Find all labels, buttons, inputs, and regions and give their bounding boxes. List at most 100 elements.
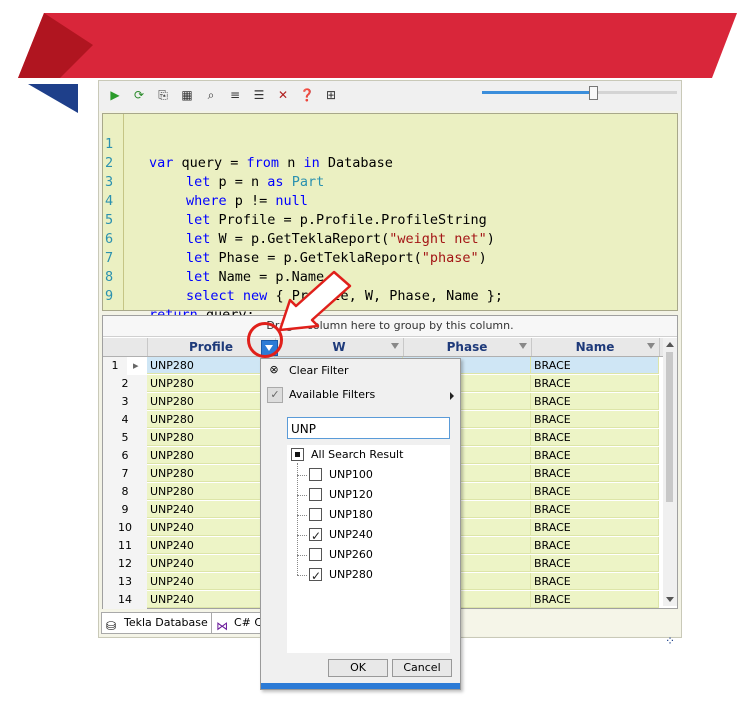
list-check-icon[interactable]: ☰ <box>251 87 267 103</box>
table-cell[interactable]: UNP240 <box>147 501 275 518</box>
table-cell[interactable]: BRACE <box>531 447 659 464</box>
table-cell[interactable]: BRACE <box>531 465 659 482</box>
table-cell[interactable]: UNP280 <box>147 357 275 374</box>
filter-search-input[interactable]: UNP <box>287 417 450 439</box>
zoom-slider[interactable] <box>482 86 677 100</box>
row-number: 14 <box>103 591 147 609</box>
tab-tekla-database[interactable]: ⛁ Tekla Database <box>101 612 215 634</box>
table-cell[interactable]: BRACE <box>531 411 659 428</box>
resize-grip-icon[interactable]: ⁘ <box>665 634 675 648</box>
filter-option-checkbox[interactable] <box>309 488 322 501</box>
grid-icon[interactable]: ⊞ <box>323 87 339 103</box>
find-icon[interactable]: ⌕ <box>203 87 219 103</box>
group-panel[interactable]: Drag a column here to group by this colu… <box>103 316 677 337</box>
menu-label: Available Filters <box>289 388 376 401</box>
table-cell[interactable]: BRACE <box>531 357 659 374</box>
callout-arrow <box>278 270 352 332</box>
filter-option-checkbox[interactable] <box>309 548 322 561</box>
row-number: 4 <box>103 411 147 429</box>
table-cell[interactable]: UNP280 <box>147 411 275 428</box>
table-cell[interactable]: UNP240 <box>147 591 275 608</box>
copy-icon[interactable]: ⎘ <box>155 87 171 103</box>
tree-line <box>297 463 298 575</box>
table-cell[interactable]: BRACE <box>531 375 659 392</box>
refresh-icon[interactable]: ⟳ <box>131 87 147 103</box>
menu-label: Clear Filter <box>289 364 349 377</box>
code-line: 5 let W = p.GetTeklaReport("weight net") <box>105 212 495 247</box>
row-number: 11 <box>103 537 147 555</box>
grid-header: Profile W Phase Name <box>103 338 663 357</box>
vertical-scrollbar[interactable] <box>663 338 677 606</box>
clear-icon[interactable]: ✕ <box>275 87 291 103</box>
scroll-down-icon[interactable] <box>666 597 674 602</box>
select-all-checkbox[interactable] <box>291 448 304 461</box>
table-cell[interactable]: BRACE <box>531 555 659 572</box>
ok-button[interactable]: OK <box>328 659 388 677</box>
filter-icon[interactable] <box>391 343 399 349</box>
filter-icon[interactable] <box>519 343 527 349</box>
filter-popup: ⊗ Clear Filter ✓ Available Filters UNP A… <box>260 358 461 690</box>
filter-option-checkbox[interactable] <box>309 508 322 521</box>
table-cell[interactable]: UNP240 <box>147 537 275 554</box>
run-icon[interactable]: ▶ <box>107 87 123 103</box>
select-all-label: All Search Result <box>311 448 404 461</box>
filter-option-checkbox[interactable] <box>309 566 322 586</box>
table-cell[interactable]: UNP280 <box>147 393 275 410</box>
table-cell[interactable]: BRACE <box>531 573 659 590</box>
filter-option-label: UNP260 <box>329 548 373 561</box>
table-cell[interactable]: UNP240 <box>147 519 275 536</box>
visual-studio-icon: ⋈ <box>216 619 228 633</box>
filter-option-label: UNP280 <box>329 568 373 581</box>
table-cell[interactable]: UNP280 <box>147 483 275 500</box>
filter-icon[interactable] <box>647 343 655 349</box>
cancel-button[interactable]: Cancel <box>392 659 452 677</box>
scroll-thumb[interactable] <box>666 352 673 502</box>
clear-filter-item[interactable]: ⊗ Clear Filter <box>261 360 460 382</box>
table-cell[interactable]: BRACE <box>531 501 659 518</box>
table-cell[interactable]: BRACE <box>531 519 659 536</box>
table-cell[interactable]: BRACE <box>531 591 659 608</box>
line-number: 9 <box>105 288 114 304</box>
row-number: 6 <box>103 447 147 465</box>
toolbar: ▶ ⟳ ⎘ ▦ ⌕ ≡ ☰ ✕ ❓ ⊞ <box>99 81 681 111</box>
code-line: 3 where p != null <box>105 174 308 209</box>
zoom-slider-thumb[interactable] <box>589 86 599 100</box>
tree-line <box>297 555 307 556</box>
table-cell[interactable]: UNP280 <box>147 429 275 446</box>
column-header-w[interactable]: W <box>275 338 404 356</box>
table-cell[interactable]: UNP280 <box>147 447 275 464</box>
help-icon[interactable]: ❓ <box>299 87 315 103</box>
table-cell[interactable]: BRACE <box>531 393 659 410</box>
available-filters-item[interactable]: ✓ Available Filters <box>261 384 460 406</box>
current-row-icon: ▸ <box>133 359 139 372</box>
filter-option-label: UNP100 <box>329 468 373 481</box>
table-icon[interactable]: ▦ <box>179 87 195 103</box>
table-cell[interactable]: UNP280 <box>147 465 275 482</box>
table-cell[interactable]: UNP280 <box>147 375 275 392</box>
clear-filter-icon: ⊗ <box>269 363 279 376</box>
database-icon: ⛁ <box>106 619 117 633</box>
filter-option-checkbox[interactable] <box>309 468 322 481</box>
table-cell[interactable]: BRACE <box>531 537 659 554</box>
scroll-up-icon[interactable] <box>666 342 674 347</box>
filter-option-checkbox[interactable] <box>309 526 322 546</box>
row-number: 12 <box>103 555 147 573</box>
code-editor[interactable]: 1 var query = from n in Database 2 let p… <box>102 113 678 323</box>
tab-label: C# C <box>234 616 263 629</box>
table-cell[interactable]: BRACE <box>531 429 659 446</box>
code-line: 8 select new { Profile, W, Phase, Name }… <box>105 269 504 304</box>
column-label: Profile <box>188 340 234 354</box>
code-line: 1 var query = from n in Database <box>105 136 393 171</box>
tree-line <box>297 535 307 536</box>
row-number: 10 <box>103 519 147 537</box>
check-icon: ✓ <box>267 387 283 403</box>
table-cell[interactable]: UNP240 <box>147 573 275 590</box>
table-cell[interactable]: UNP240 <box>147 555 275 572</box>
table-cell[interactable]: BRACE <box>531 483 659 500</box>
tree-line <box>297 575 307 576</box>
column-header-name[interactable]: Name <box>531 338 660 356</box>
column-header-phase[interactable]: Phase <box>403 338 532 356</box>
list-icon[interactable]: ≡ <box>227 87 243 103</box>
filter-option-label: UNP120 <box>329 488 373 501</box>
code-line: 9 return query; <box>103 268 255 323</box>
